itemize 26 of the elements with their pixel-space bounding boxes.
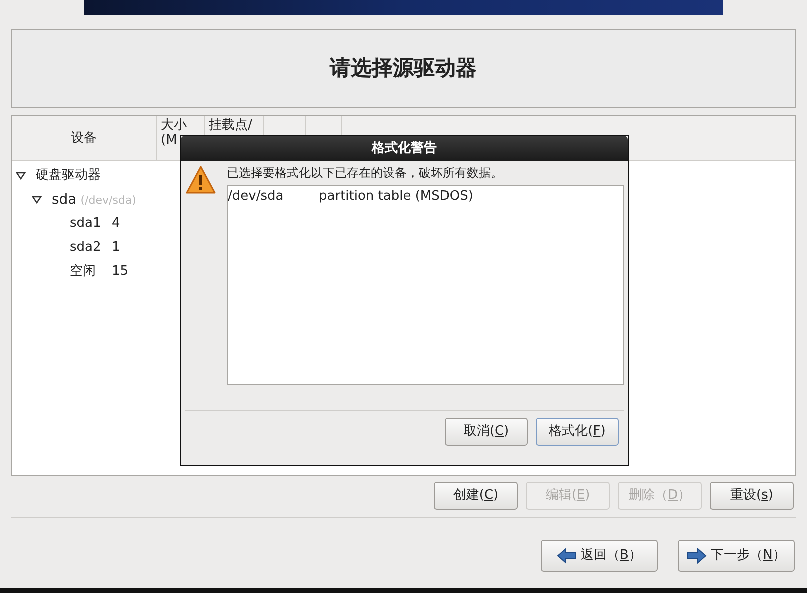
tree-label[interactable]: sda1 — [12, 214, 112, 234]
dialog-button[interactable]: 格式化(F) — [536, 418, 619, 446]
right-arrow-icon — [687, 548, 708, 564]
tree-label[interactable]: sda — [52, 190, 77, 210]
tree-label[interactable]: 空闲 — [12, 262, 112, 282]
size-cell-text: 15 — [112, 263, 129, 282]
warning-icon — [185, 165, 217, 195]
action-button[interactable]: 创建(C) — [434, 482, 518, 510]
dialog-message: 已选择要格式化以下已存在的设备，破坏所有数据。 — [227, 165, 504, 181]
size-cell-text: 4 — [112, 215, 120, 234]
next-button[interactable]: 下一步（N） — [678, 540, 795, 572]
list-cell-text: partition table (MSDOS) — [319, 188, 474, 206]
expander-icon[interactable] — [32, 195, 42, 205]
page-title: 请选择源驱动器 — [330, 54, 477, 82]
action-button[interactable]: 重设(s) — [710, 482, 794, 510]
tree-label[interactable]: sda2 — [12, 238, 112, 258]
left-arrow-icon — [557, 548, 578, 564]
tree-label[interactable]: 硬盘驱动器 — [36, 166, 101, 186]
column-header[interactable]: 设备 — [12, 116, 157, 160]
expander-icon[interactable] — [16, 171, 26, 181]
list-cell-text: /dev/sda — [228, 188, 285, 206]
dialog-title: 格式化警告 — [372, 140, 437, 158]
back-button[interactable]: 返回（B） — [541, 540, 658, 572]
size-cell-text: 1 — [112, 239, 120, 258]
device-path: (/dev/sda) — [80, 192, 136, 208]
dialog-button[interactable]: 取消(C) — [445, 418, 528, 446]
